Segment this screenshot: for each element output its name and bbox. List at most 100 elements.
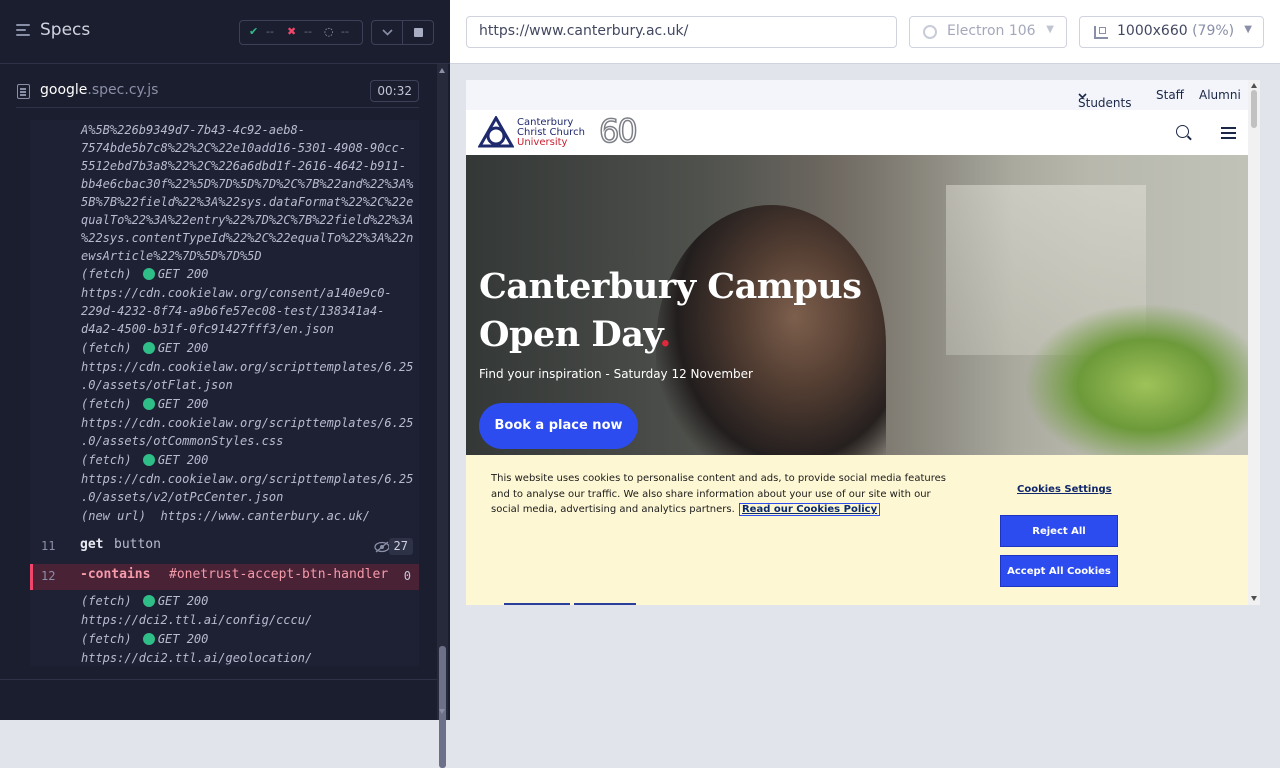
fetch-url: https://cdn.cookielaw.org/scripttemplate… — [81, 360, 414, 374]
aut-iframe: Students Staff Alumni Canterbury Christ … — [466, 80, 1260, 605]
fetch-status: GET 200 — [157, 341, 209, 355]
fetch-entry[interactable]: (fetch) GET 200 — [81, 339, 208, 357]
fetch-label: (fetch) — [81, 632, 132, 646]
log-scroll-thumb[interactable] — [439, 646, 446, 768]
log-scrollbar[interactable] — [437, 64, 448, 768]
stop-icon — [414, 28, 423, 37]
passed-icon: ✔ — [249, 25, 259, 38]
reject-all-button[interactable]: Reject All — [1000, 515, 1118, 547]
command-message: #onetrust-accept-btn-handler — [169, 567, 389, 582]
scroll-up-icon[interactable] — [1251, 83, 1257, 88]
fetch-status: GET 200 — [157, 594, 209, 608]
new-url-entry[interactable]: (new url) https://www.canterbury.ac.uk/ — [81, 507, 370, 525]
fetch-entry[interactable]: (fetch) GET 200 — [81, 592, 208, 610]
status-ok-icon — [142, 595, 155, 607]
scroll-down-icon[interactable] — [439, 709, 445, 714]
cookie-policy-link[interactable]: Read our Cookies Policy — [738, 503, 881, 516]
cookie-banner: This website uses cookies to personalise… — [466, 455, 1248, 605]
log-line: 5B%7B%22field%22%3A%22sys.dataFormat%22%… — [81, 195, 414, 209]
specs-title[interactable]: Specs — [40, 20, 90, 40]
scroll-down-icon[interactable] — [1251, 596, 1257, 601]
fetch-entry[interactable]: (fetch) GET 200 — [81, 395, 208, 413]
fetch-label: (fetch) — [81, 341, 132, 355]
hero-banner: Canterbury Campus Open Day. Find your in… — [466, 155, 1248, 455]
fetch-url: https://dci2.ttl.ai/geolocation/ — [81, 651, 313, 665]
status-ok-icon — [142, 342, 155, 354]
iframe-scroll-thumb[interactable] — [1251, 90, 1257, 128]
cookie-settings-link[interactable]: Cookies Settings — [1017, 484, 1112, 495]
viewport-selector[interactable]: 1000x660 (79%) ▼ — [1079, 16, 1264, 48]
fetch-entry[interactable]: (fetch) GET 200 — [81, 265, 208, 283]
cookie-message: This website uses cookies to personalise… — [491, 471, 951, 518]
fetch-status: GET 200 — [157, 453, 209, 467]
command-number: 12 — [41, 569, 56, 583]
fetch-entry[interactable]: (fetch) GET 200 — [81, 451, 208, 469]
status-ok-icon — [142, 633, 155, 645]
chevron-down-icon: ▼ — [1046, 24, 1054, 35]
pending-count: -- — [341, 25, 349, 38]
fetch-url: .0/assets/otCommonStyles.css — [81, 434, 284, 448]
command-row-get[interactable]: 11 get button 27 — [30, 534, 419, 560]
chevron-down-icon — [382, 29, 393, 36]
hero-title: Canterbury Campus Open Day. — [479, 263, 899, 359]
fetch-url: .0/assets/v2/otPcCenter.json — [81, 490, 284, 504]
spec-file-base: google — [40, 82, 88, 98]
fetch-url: https://cdn.cookielaw.org/scripttemplate… — [81, 416, 414, 430]
url-bar[interactable]: https://www.canterbury.ac.uk/ — [466, 16, 897, 48]
status-ok-icon — [142, 454, 155, 466]
spec-file-row: google.spec.cy.js 00:32 — [16, 76, 419, 108]
run-duration: 00:32 — [370, 80, 419, 102]
scroll-up-icon[interactable] — [439, 68, 445, 73]
spec-file-name: google.spec.cy.js — [40, 82, 158, 98]
iframe-scrollbar[interactable] — [1248, 80, 1260, 605]
fetch-entry[interactable]: (fetch) GET 200 — [81, 630, 208, 648]
stop-button[interactable] — [402, 20, 434, 45]
chevron-down-icon: ▼ — [1244, 24, 1252, 35]
ruler-icon — [1094, 26, 1108, 39]
hero-title-line: Canterbury Campus — [479, 266, 862, 307]
specs-list-icon[interactable] — [16, 24, 32, 38]
university-logo-icon[interactable] — [478, 116, 514, 148]
log-line: A%5B%226b9349d7-7b43-4c92-aeb8- — [81, 123, 305, 137]
runner-pane: Specs ✔ -- ✖ -- ◌ -- google.spec.cy.js 0… — [0, 0, 450, 768]
fetch-url: .0/assets/otFlat.json — [81, 378, 233, 392]
university-name: Canterbury Christ Church University — [517, 118, 585, 148]
document-icon — [17, 84, 30, 99]
new-url-value: https://www.canterbury.ac.uk/ — [160, 509, 370, 523]
accept-all-cookies-button[interactable]: Accept All Cookies — [1000, 555, 1118, 587]
aut-toolbar: https://www.canterbury.ac.uk/ Electron 1… — [450, 0, 1280, 64]
browser-selector[interactable]: Electron 106 ▼ — [909, 16, 1067, 48]
viewport-scale: (79%) — [1192, 23, 1235, 39]
fetch-status: GET 200 — [157, 632, 209, 646]
fetch-label: (fetch) — [81, 267, 132, 281]
log-line: %22sys.contentTypeId%22%2C%22equalTo%22%… — [81, 231, 414, 245]
status-ok-icon — [142, 268, 155, 280]
electron-icon — [923, 25, 937, 39]
command-name: get — [80, 537, 104, 552]
nav-alumni[interactable]: Alumni — [1199, 88, 1241, 102]
viewport-label: 1000x660 (79%) — [1117, 23, 1234, 39]
book-place-button[interactable]: Book a place now — [479, 403, 638, 449]
runner-footer-divider — [0, 679, 437, 680]
hero-title-dot: . — [659, 314, 671, 355]
command-message: button — [114, 537, 161, 552]
command-log: A%5B%226b9349d7-7b43-4c92-aeb8- 7574bde5… — [30, 120, 419, 666]
search-icon[interactable] — [1176, 125, 1192, 141]
pending-icon: ◌ — [324, 25, 334, 38]
hero-title-line: Open Day — [479, 314, 660, 355]
run-options-button[interactable] — [371, 20, 403, 45]
command-number: 11 — [41, 539, 56, 553]
fetch-label: (fetch) — [81, 594, 132, 608]
fetch-label: (fetch) — [81, 453, 132, 467]
nav-staff[interactable]: Staff — [1156, 88, 1184, 102]
nav-students[interactable]: Students — [1078, 88, 1132, 110]
anniversary-logo: 60 — [598, 111, 638, 151]
fetch-status: GET 200 — [157, 267, 209, 281]
passed-count: -- — [266, 25, 274, 38]
fetch-url: d4a2-4500-b31f-0fc91427fff3/en.json — [81, 322, 334, 336]
fetch-url: 229d-4232-8f74-a9b6fe57ec08-test/138341a… — [81, 304, 385, 318]
fetch-url: https://cdn.cookielaw.org/consent/a140e9… — [81, 286, 392, 300]
status-ok-icon — [142, 398, 155, 410]
menu-icon[interactable] — [1221, 127, 1236, 139]
command-row-contains[interactable]: 12 -contains #onetrust-accept-btn-handle… — [30, 564, 419, 590]
